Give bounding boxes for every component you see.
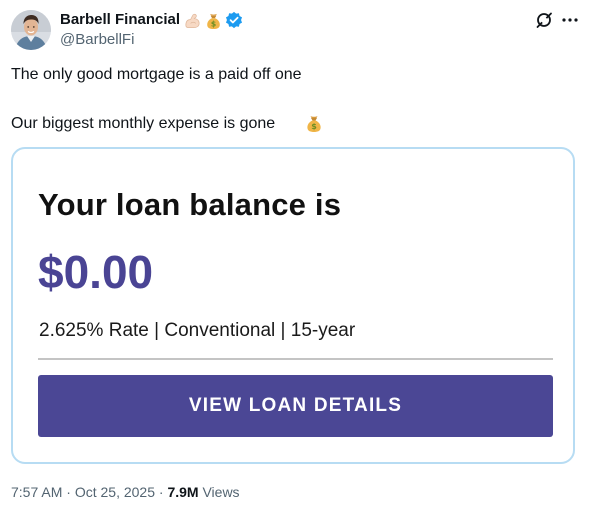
view-loan-details-button[interactable]: VIEW LOAN DETAILS — [38, 375, 553, 437]
author-handle[interactable]: @BarbellFi — [60, 31, 134, 48]
grok-icon[interactable] — [535, 11, 553, 29]
loan-balance-heading: Your loan balance is — [38, 187, 342, 222]
divider — [38, 358, 553, 360]
tweet-text-line-2: Our biggest monthly expense is gone — [11, 115, 276, 132]
avatar-image — [11, 10, 51, 50]
views-count: 7.9M — [167, 484, 199, 500]
loan-details-summary: 2.625% Rate | Conventional | 15-year — [39, 320, 356, 341]
verified-badge-icon[interactable] — [225, 11, 243, 29]
money-bag-icon: $ — [207, 13, 220, 29]
tweet-text-line-1: The only good mortgage is a paid off one — [11, 66, 302, 83]
tweet-time[interactable]: 7:57 AM — [11, 484, 62, 500]
loan-balance-card-image[interactable]: Your loan balance is $0.00 2.625% Rate |… — [11, 147, 575, 464]
more-options-icon[interactable] — [560, 11, 580, 29]
svg-text:$: $ — [211, 19, 216, 28]
meta-separator: · — [66, 484, 71, 500]
svg-text:$: $ — [311, 122, 317, 131]
flexed-biceps-icon — [185, 13, 200, 28]
loan-balance-amount: $0.00 — [38, 246, 154, 298]
money-bag-icon: $ — [307, 116, 321, 132]
tweet-meta: 7:57 AM · Oct 25, 2025 · 7.9M Views — [11, 484, 240, 500]
author-badges: $ — [183, 9, 243, 31]
meta-separator: · — [158, 484, 164, 500]
avatar[interactable] — [11, 10, 51, 50]
tweet-date[interactable]: Oct 25, 2025 — [75, 484, 155, 500]
author-name[interactable]: Barbell Financial — [60, 11, 180, 28]
views-label: Views — [202, 484, 240, 500]
